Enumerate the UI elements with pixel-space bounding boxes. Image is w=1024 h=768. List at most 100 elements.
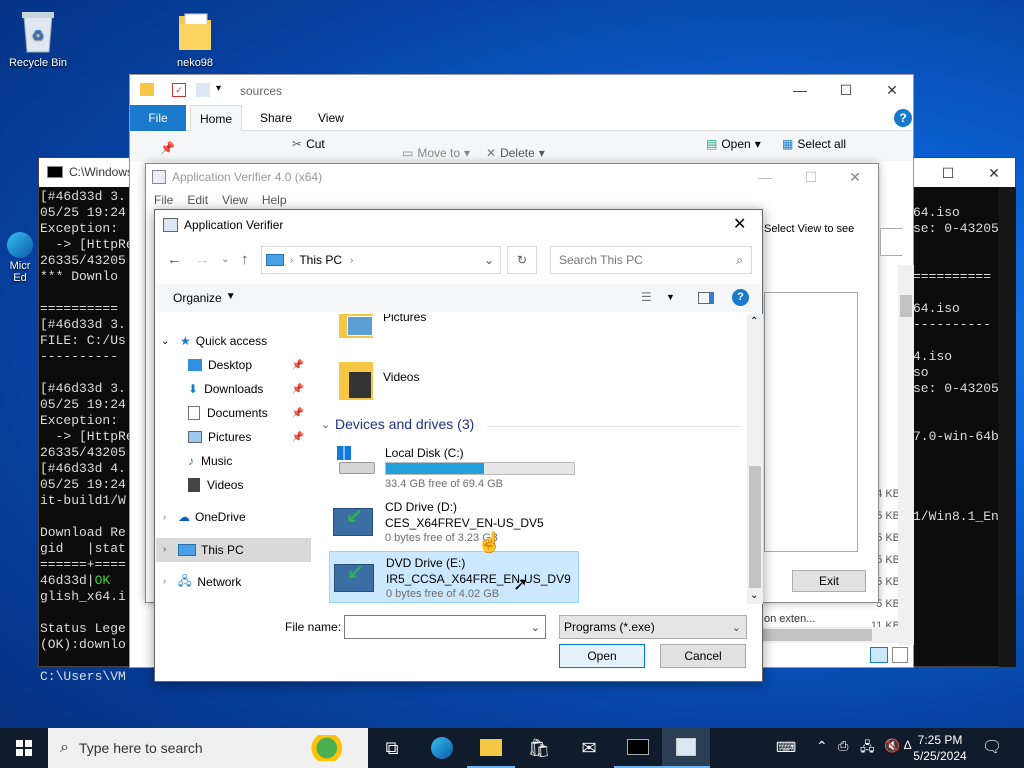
open-button[interactable]: ▤ Open ▾ [706,137,761,151]
volume-muted-icon[interactable]: 🔇 [884,738,900,754]
properties-icon[interactable]: ✓ [172,83,186,97]
appverif-taskbar-icon[interactable] [662,728,710,768]
file-explorer-taskbar-icon[interactable] [467,728,515,768]
file-name-dropdown-icon[interactable]: ⌄ [531,621,540,634]
explorer-minimize-button[interactable]: — [777,75,823,105]
explorer-close-button[interactable]: ✕ [869,75,915,105]
mail-taskbar-icon[interactable]: ✉ [565,728,613,768]
dialog-close-button[interactable]: ✕ [733,214,746,234]
file-name-input[interactable]: ⌄ [344,615,546,639]
folder-videos[interactable]: Videos [335,360,485,408]
pin-icon[interactable]: 📌 [160,141,175,155]
nav-quick-access[interactable]: ★ Quick access [180,329,312,353]
exit-button[interactable]: Exit [792,570,866,592]
explorer-titlebar[interactable]: ✓ ▾ sources — ☐ ✕ [130,75,913,105]
keyboard-icon[interactable]: ⌨ [776,739,796,756]
quick-access-dropdown-icon[interactable]: ▾ [216,83,221,94]
cmd-maximize-button[interactable]: ☐ [925,158,971,188]
view-dropdown-icon[interactable]: ▼ [666,292,675,302]
recent-dropdown-icon[interactable]: ⌄ [221,254,229,265]
new-folder-icon[interactable] [196,83,210,97]
tab-share[interactable]: Share [260,111,292,125]
cmd-taskbar-icon[interactable] [614,728,662,768]
cmd-close-button[interactable]: ✕ [971,158,1017,188]
back-arrow-icon[interactable]: ← [167,251,182,268]
clock[interactable]: 7:25 PM 5/25/2024 [912,732,968,764]
menu-help[interactable]: Help [262,193,287,207]
search-icon[interactable]: ⌕ [736,253,743,268]
expand-quick-access-icon[interactable]: ⌄ [161,336,169,347]
scroll-up-icon[interactable]: ⌃ [750,316,758,327]
nav-onedrive[interactable]: ☁ OneDrive [178,505,312,529]
expand-this-pc-icon[interactable]: › [163,544,166,555]
explorer-maximize-button[interactable]: ☐ [823,75,869,105]
taskbar-search-input[interactable]: Type here to search [79,740,203,756]
view-options-icon[interactable]: ☰ [641,290,652,304]
dialog-scroll-thumb[interactable] [749,466,761,588]
help-icon[interactable]: ? [894,109,912,127]
organize-button[interactable]: Organize ▼ [173,291,236,305]
nav-music[interactable]: ♪ Music [188,449,312,473]
cancel-button[interactable]: Cancel [660,644,746,668]
scroll-down-icon[interactable]: ⌄ [750,590,758,601]
nav-desktop[interactable]: Desktop 📌 [188,353,312,377]
nav-this-pc[interactable]: This PC [178,538,312,562]
delete-button[interactable]: ✕ Delete ▾ [486,146,545,160]
collapse-section-icon[interactable]: ⌄ [321,418,330,431]
dialog-titlebar[interactable]: Application Verifier ✕ [155,210,762,240]
expand-onedrive-icon[interactable]: › [163,512,166,523]
file-open-dialog[interactable]: Application Verifier ✕ ← → ⌄ ↑ › This PC… [154,209,763,682]
expand-network-icon[interactable]: › [163,576,166,587]
nav-pictures[interactable]: Pictures 📌 [188,425,312,449]
edge-taskbar-icon[interactable] [418,728,466,768]
chevron-up-icon[interactable]: ⌃ [816,738,828,755]
store-taskbar-icon[interactable]: 🛍 [515,728,563,768]
neko98-folder-icon[interactable]: neko98 [157,8,233,69]
explorer-scrollbar[interactable] [898,265,914,645]
appverif-maximize-button[interactable]: ☐ [788,164,834,190]
move-to-button[interactable]: ▭ Move to ▾ [402,146,470,160]
up-arrow-icon[interactable]: ↑ [241,251,249,268]
task-view-icon[interactable]: ⧉ [368,728,416,768]
folder-pictures[interactable]: Pictures [335,314,485,348]
forward-arrow-icon[interactable]: → [195,251,210,268]
drive-d[interactable]: ↙ CD Drive (D:) CES_X64FREV_EN-US_DV5 0 … [329,496,579,546]
large-icons-view-icon[interactable] [892,647,908,663]
scroll-thumb[interactable] [900,295,912,317]
dialog-help-icon[interactable]: ? [732,289,749,306]
drive-e[interactable]: ↙ DVD Drive (E:) IR5_CCSA_X64FRE_EN-US_D… [329,551,579,603]
network-tray-icon[interactable]: 🖧 [860,738,875,760]
start-button[interactable] [0,728,48,768]
cmd-scrollbar[interactable] [999,187,1016,667]
details-view-icon[interactable] [870,647,888,663]
edge-desktop-icon[interactable]: Micr Ed [0,232,40,284]
cut-button[interactable]: ✂ Cut [292,137,325,151]
notifications-icon[interactable]: 🗨 [982,737,1002,757]
nav-videos[interactable]: Videos [188,473,312,497]
appverif-minimize-button[interactable]: — [742,164,788,190]
appverif-field[interactable] [880,228,902,256]
address-bar[interactable]: › This PC › ⌄ [261,246,501,274]
recycle-bin-icon[interactable]: ♻ Recycle Bin [0,8,76,69]
address-dropdown-icon[interactable]: ⌄ [484,253,494,267]
nav-downloads[interactable]: ⬇ Downloads 📌 [188,377,312,401]
search-box[interactable]: Search This PC ⌕ [550,246,752,274]
nav-network[interactable]: 🖧 Network [178,570,312,594]
tab-file[interactable]: File [130,105,186,131]
refresh-button[interactable]: ↻ [507,246,537,274]
preview-pane-icon[interactable] [698,292,714,304]
appverif-titlebar[interactable]: Application Verifier 4.0 (x64) — ☐ ✕ [146,164,878,190]
drive-c[interactable]: Local Disk (C:) 33.4 GB free of 69.4 GB [329,440,579,490]
ime-icon[interactable]: ∆ [904,738,911,752]
search-input[interactable]: Search This PC [559,253,643,267]
meet-icon[interactable]: ⎙ [838,738,848,754]
menu-file[interactable]: File [154,193,173,207]
file-type-select[interactable]: Programs (*.exe) ⌄ [559,615,747,639]
hscrollbar[interactable] [742,627,914,643]
taskbar-search[interactable]: ⌕ Type here to search [48,728,368,768]
tab-home[interactable]: Home [190,105,242,132]
menu-view[interactable]: View [222,193,248,207]
open-button[interactable]: Open [559,644,645,668]
appverif-close-button[interactable]: ✕ [832,164,878,190]
nav-documents[interactable]: Documents 📌 [188,401,312,425]
